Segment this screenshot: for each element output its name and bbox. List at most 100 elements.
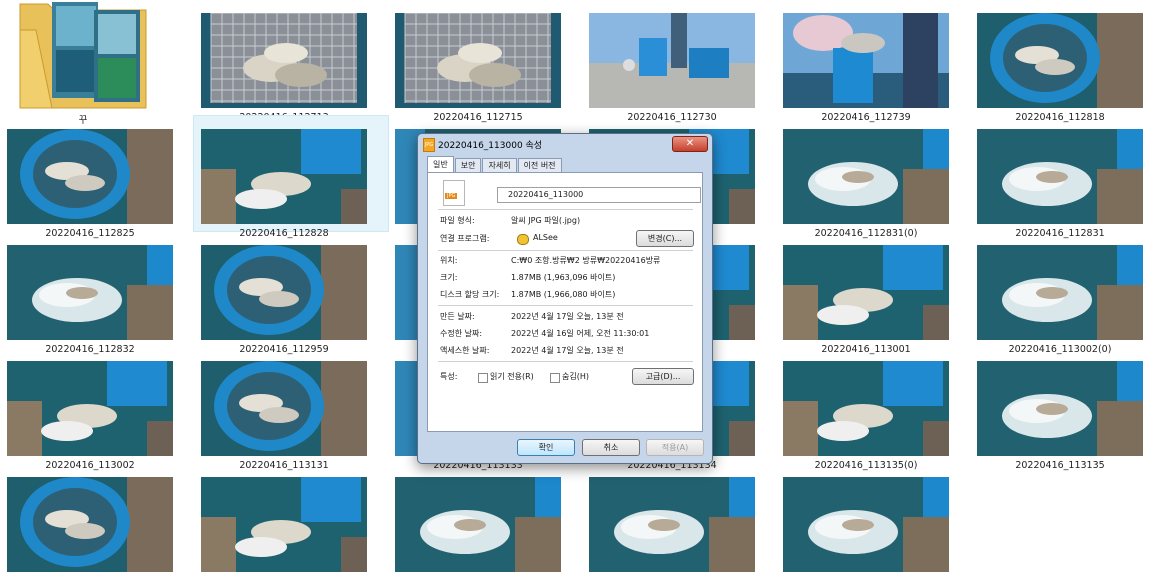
file-thumbnail[interactable]: 20220416_113135(0) (776, 348, 970, 471)
file-thumbnail[interactable]: 20220416_112713 (194, 0, 388, 123)
file-thumbnail[interactable]: 20220416_112832 (0, 232, 194, 355)
thumbnail-image (201, 245, 367, 340)
general-panel: JPG 20220416_113000 파일 형식: 알씨 JPG 파일(.jp… (427, 172, 703, 432)
photo-image (783, 477, 949, 572)
thumbnail-image (201, 361, 367, 456)
file-thumbnail[interactable]: 20220416_113002(0) (970, 232, 1150, 355)
file-name-label: 20220416_113135 (1015, 460, 1105, 471)
size-value: 1.87MB (1,963,096 바이트) (511, 273, 616, 282)
photo-image (7, 361, 173, 456)
file-thumbnail[interactable]: 20220416_112828 (193, 115, 389, 239)
thumbnail-image (7, 129, 173, 224)
modified-value: 2022년 4월 16일 어제, 오전 11:30:01 (511, 329, 650, 338)
photo-image (977, 129, 1143, 224)
location-label: 위치: (440, 256, 458, 265)
file-thumbnail[interactable]: 20220416_113002 (0, 348, 194, 471)
tab-details[interactable]: 자세히 (482, 158, 517, 172)
file-thumbnail[interactable]: 20220416_112715 (388, 0, 582, 123)
thumbnail-image (783, 361, 949, 456)
thumbnail-image (395, 477, 561, 572)
photo-image (7, 477, 173, 572)
properties-dialog: JPG 20220416_113000 속성 ✕ 일반 보안 자세히 이전 버전… (417, 133, 713, 464)
thumbnail-image (977, 129, 1143, 224)
thumbnail-image (783, 245, 949, 340)
thumbnail-image (7, 361, 173, 456)
tab-previous-versions[interactable]: 이전 버전 (517, 158, 562, 172)
photo-image (395, 477, 561, 572)
photo-image (589, 477, 755, 572)
thumbnail-image (589, 13, 755, 108)
close-button[interactable]: ✕ (672, 136, 708, 152)
folder-item[interactable]: 꾸 (18, 0, 148, 126)
file-thumbnail[interactable]: 20220416_112739 (776, 0, 970, 123)
file-thumbnail[interactable]: 20220416_112825 (0, 116, 194, 239)
photo-image (7, 245, 173, 340)
thumbnail-image (589, 477, 755, 572)
photo-image (977, 361, 1143, 456)
photo-image (395, 13, 561, 108)
open-with-value: ALSee (533, 233, 558, 242)
size-label: 크기: (440, 273, 458, 282)
photo-image (783, 245, 949, 340)
modified-label: 수정한 날짜: (440, 329, 483, 338)
apply-button[interactable]: 적용(A) (646, 439, 704, 456)
readonly-label: 읽기 전용(R) (490, 372, 534, 381)
photo-image (201, 13, 367, 108)
accessed-value: 2022년 4월 17일 오늘, 13분 전 (511, 346, 624, 355)
file-thumbnail[interactable]: 20220416_112730 (582, 0, 776, 123)
file-thumbnail[interactable]: 20220416_112959 (194, 232, 388, 355)
divider (438, 305, 693, 306)
folder-icon (19, 2, 147, 109)
hidden-label: 숨김(H) (562, 372, 589, 381)
thumbnail-image (977, 245, 1143, 340)
file-thumbnail[interactable]: 20220416_113135 (970, 348, 1150, 471)
file-thumbnail[interactable]: 20220416_112818 (970, 0, 1150, 123)
filename-field[interactable]: 20220416_113000 (497, 187, 701, 203)
cancel-button[interactable]: 취소 (582, 439, 640, 456)
hidden-checkbox[interactable] (550, 373, 560, 383)
file-thumbnail[interactable] (0, 464, 194, 579)
change-button[interactable]: 변경(C)... (636, 230, 694, 247)
thumbnail-image (977, 13, 1143, 108)
file-thumbnail[interactable] (582, 464, 776, 579)
file-thumbnail[interactable]: 20220416_113001 (776, 232, 970, 355)
jpg-file-icon: JPG (423, 138, 435, 152)
thumbnail-image (7, 245, 173, 340)
photo-image (783, 129, 949, 224)
photo-image (783, 13, 949, 108)
photo-image (977, 245, 1143, 340)
tab-general[interactable]: 일반 (427, 156, 454, 172)
thumbnail-image (7, 477, 173, 572)
alsee-icon (517, 234, 529, 245)
attributes-label: 특성: (440, 372, 458, 381)
thumbnail-image (783, 13, 949, 108)
tab-security[interactable]: 보안 (454, 158, 482, 172)
file-thumbnail[interactable]: 20220416_112831(0) (776, 116, 970, 239)
photo-image (201, 245, 367, 340)
divider (438, 361, 693, 362)
photo-image (201, 129, 367, 224)
photo-image (7, 129, 173, 224)
file-thumbnail[interactable]: 20220416_112831 (970, 116, 1150, 239)
accessed-label: 액세스한 날짜: (440, 346, 490, 355)
photo-image (783, 361, 949, 456)
advanced-button[interactable]: 고급(D)... (632, 368, 694, 385)
type-label: 파일 형식: (440, 216, 475, 225)
created-value: 2022년 4월 17일 오늘, 13분 전 (511, 312, 624, 321)
photo-image (589, 13, 755, 108)
thumbnail-image (201, 477, 367, 572)
file-thumbnail[interactable] (194, 464, 388, 579)
readonly-checkbox[interactable] (478, 373, 488, 383)
file-thumbnail[interactable] (388, 464, 582, 579)
file-thumbnail[interactable]: 20220416_113131 (194, 348, 388, 471)
disk-size-label: 디스크 할당 크기: (440, 290, 500, 299)
file-type-icon: JPG (443, 180, 465, 206)
open-with-label: 연결 프로그램: (440, 234, 490, 243)
thumbnail-image (783, 129, 949, 224)
photo-image (977, 13, 1143, 108)
ok-button[interactable]: 확인 (517, 439, 575, 456)
file-thumbnail[interactable] (776, 464, 970, 579)
tab-strip: 일반 보안 자세히 이전 버전 (427, 156, 563, 172)
created-label: 만든 날짜: (440, 312, 475, 321)
divider (438, 209, 693, 210)
